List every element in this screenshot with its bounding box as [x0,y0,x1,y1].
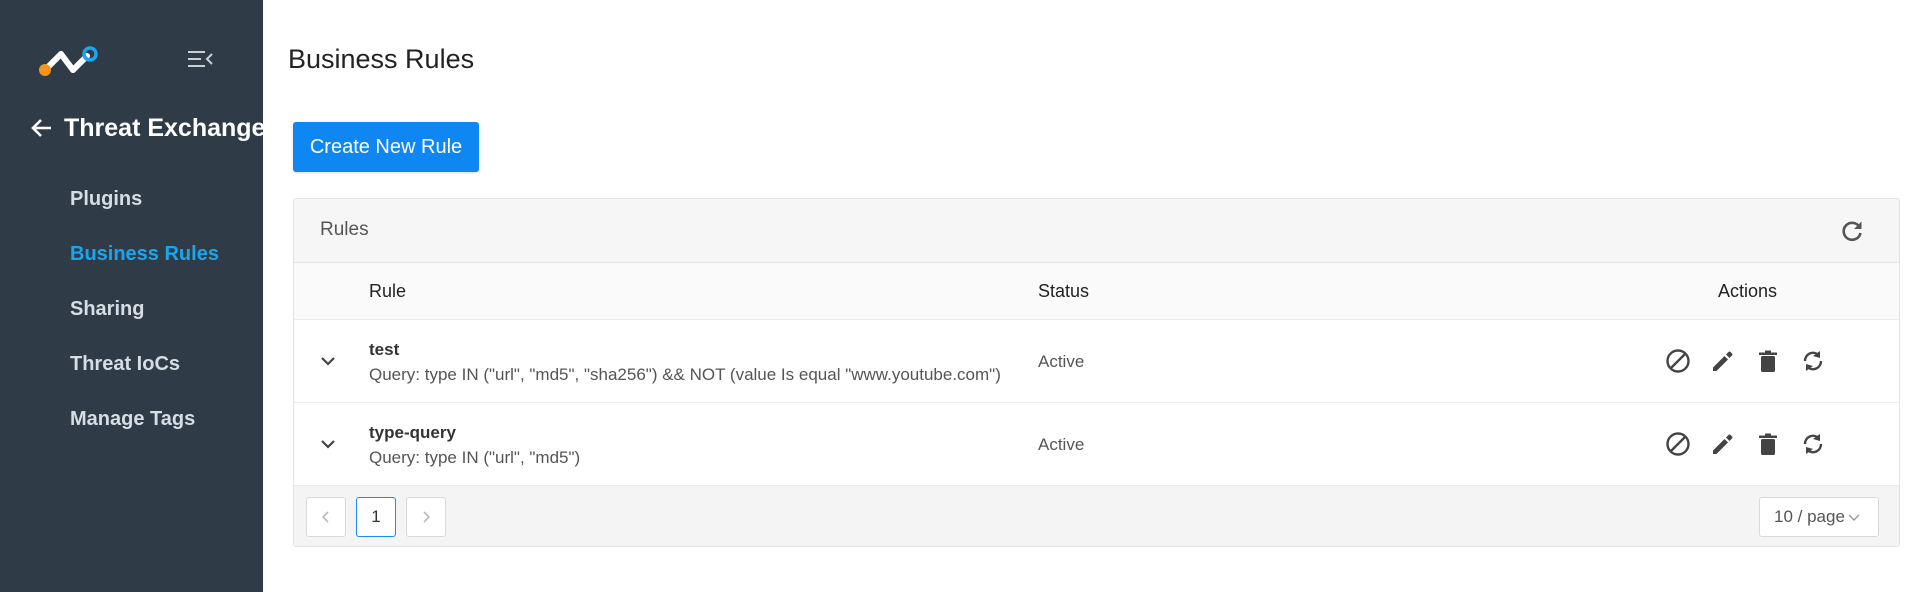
back-to-threat-exchange[interactable]: Threat Exchange [30,110,265,146]
create-new-rule-button[interactable]: Create New Rule [293,122,479,172]
sync-icon[interactable] [1799,430,1827,458]
arrow-left-icon [31,119,51,137]
table-header: Rule Status Actions [294,263,1899,320]
disable-icon[interactable] [1664,430,1692,458]
sidebar-item-threat-iocs[interactable]: Threat IoCs [0,337,263,392]
row-actions [1664,347,1827,375]
rules-card: Rules Rule Status Actions test Query: ty… [293,198,1900,547]
refresh-icon[interactable] [1839,218,1865,244]
delete-icon[interactable] [1754,347,1782,375]
pagination-next-button[interactable] [406,497,446,537]
sidebar-nav: Plugins Business Rules Sharing Threat Io… [0,172,263,447]
rule-query: Query: type IN ("url", "md5", "sha256") … [369,365,1001,384]
rule-status: Active [1038,435,1085,454]
card-title: Rules [320,219,369,240]
page-title: Business Rules [288,44,475,74]
rule-name: type-query [369,423,456,442]
chevron-down-icon[interactable] [316,432,340,456]
pagination-bar: 1 10 / page [294,486,1899,546]
page-size-select[interactable]: 10 / page [1759,497,1879,537]
sidebar-item-plugins[interactable]: Plugins [0,172,263,227]
rule-query: Query: type IN ("url", "md5") [369,448,581,467]
sidebar-item-sharing[interactable]: Sharing [0,282,263,337]
chevron-left-icon [321,511,329,523]
rule-status: Active [1038,352,1085,371]
column-header-status: Status [1038,281,1090,301]
rule-name: test [369,340,400,359]
edit-icon[interactable] [1709,347,1737,375]
collapse-sidebar-icon[interactable] [186,47,214,71]
disable-icon[interactable] [1664,347,1692,375]
pagination-page-1[interactable]: 1 [356,497,396,537]
delete-icon[interactable] [1754,430,1782,458]
card-header: Rules [294,199,1899,263]
chevron-down-icon[interactable] [316,349,340,373]
chevron-right-icon [423,511,431,523]
table-row: type-query Query: type IN ("url", "md5")… [294,403,1899,486]
app-title: Threat Exchange [64,113,266,142]
sidebar: Threat Exchange Plugins Business Rules S… [0,0,265,592]
pagination-prev-button[interactable] [306,497,346,537]
chevron-down-icon [1848,514,1860,521]
row-actions [1664,430,1827,458]
sync-icon[interactable] [1799,347,1827,375]
logo-icon [39,46,98,76]
table-row: test Query: type IN ("url", "md5", "sha2… [294,320,1899,403]
column-header-actions: Actions [1718,281,1778,301]
page-size-value: 10 / page [1774,507,1845,526]
column-header-rule: Rule [369,281,407,301]
edit-icon[interactable] [1709,430,1737,458]
sidebar-item-business-rules[interactable]: Business Rules [0,227,263,282]
sidebar-item-manage-tags[interactable]: Manage Tags [0,392,263,447]
